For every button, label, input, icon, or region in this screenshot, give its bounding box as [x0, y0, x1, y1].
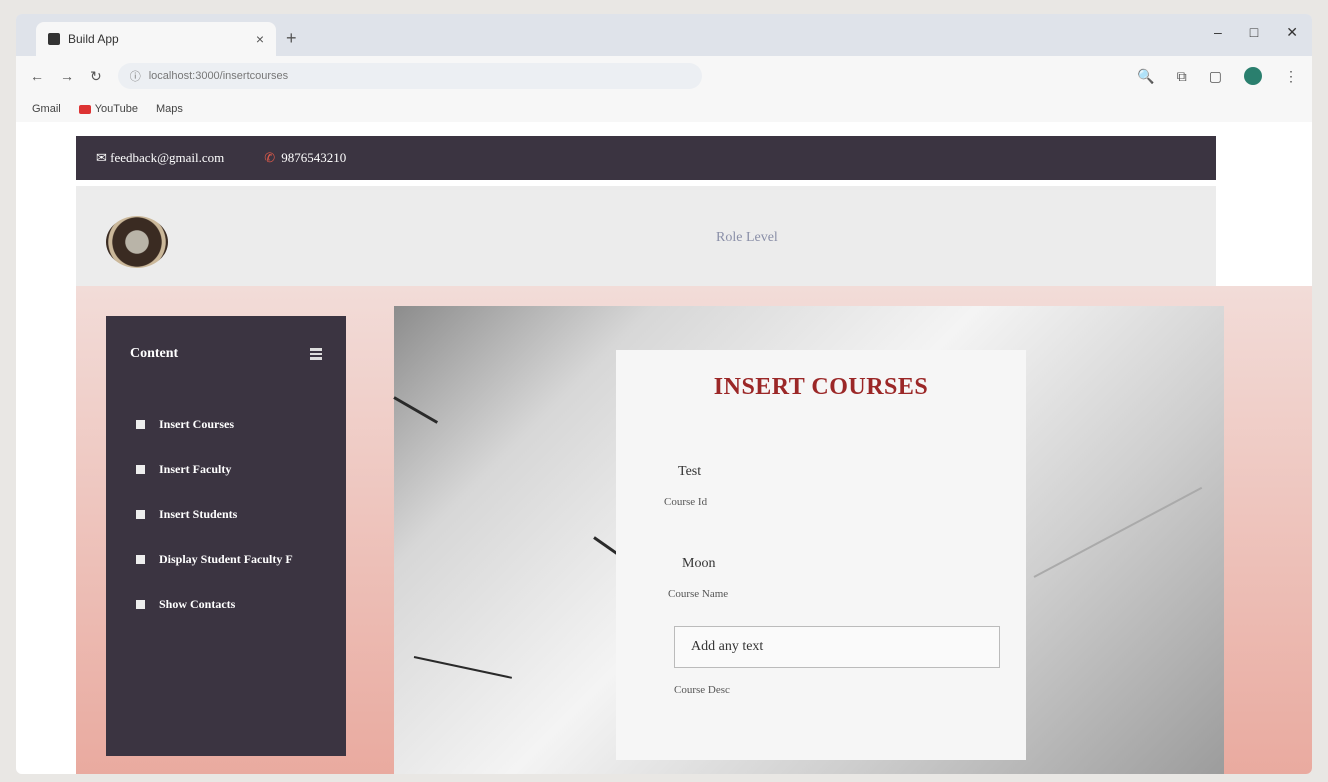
url-text: localhost:3000/insertcourses	[148, 70, 289, 82]
bullet-icon	[136, 555, 145, 564]
sidebar-item-insert-courses[interactable]: Insert Courses	[106, 402, 346, 447]
youtube-icon	[78, 104, 91, 114]
minimize-button[interactable]: –	[1214, 24, 1222, 41]
contact-topbar: ✉ feedback@gmail.com ✆ 9876543210	[76, 136, 1216, 180]
course-id-label: Course Id	[664, 496, 708, 508]
email-text: feedback@gmail.com	[110, 150, 225, 165]
email-contact[interactable]: ✉ feedback@gmail.com	[96, 150, 224, 166]
close-window-button[interactable]: ✕	[1286, 24, 1298, 41]
forward-icon[interactable]: →	[60, 68, 74, 84]
bullet-icon	[136, 420, 145, 429]
background-decoration	[1033, 486, 1203, 578]
phone-contact[interactable]: ✆ 9876543210	[264, 150, 346, 166]
browser-window: Build App × + – □ ✕ ← → ↻ ⓘ localhost:30…	[16, 14, 1312, 774]
form-title: INSERT COURSES	[713, 374, 929, 400]
zoom-icon[interactable]: 🔍	[1137, 68, 1154, 85]
sidebar-title: Content	[130, 346, 179, 361]
course-desc-input[interactable]	[674, 626, 1000, 668]
bullet-icon	[136, 510, 145, 519]
bookmark-gmail[interactable]: Gmail	[32, 103, 61, 115]
toolbar-right: 🔍 ⧉ ▢ ⋮	[1137, 67, 1298, 85]
address-bar[interactable]: ⓘ localhost:3000/insertcourses	[117, 63, 702, 89]
mail-icon: ✉	[96, 150, 111, 165]
sidebar-item-insert-faculty[interactable]: Insert Faculty	[106, 447, 346, 492]
course-id-value[interactable]: Test	[678, 464, 701, 480]
tab-strip: Build App × + – □ ✕	[16, 14, 1312, 56]
course-name-label: Course Name	[668, 588, 729, 600]
sidebar: Content Insert Courses Insert Faculty In…	[106, 316, 346, 756]
course-name-value[interactable]: Moon	[682, 556, 715, 572]
tab-close-icon[interactable]: ×	[256, 31, 264, 47]
site-header: Role Level	[76, 186, 1216, 286]
phone-text: 9876543210	[281, 150, 347, 165]
favicon-icon	[48, 33, 60, 45]
bookmark-youtube-label: YouTube	[94, 103, 138, 115]
sidebar-item-show-contacts[interactable]: Show Contacts	[106, 582, 346, 627]
sidebar-item-label: Insert Courses	[159, 417, 234, 431]
menu-icon[interactable]: ⋮	[1284, 68, 1298, 85]
tab-title: Build App	[68, 32, 119, 46]
sidebar-header: Content	[106, 316, 346, 402]
back-icon[interactable]: ←	[30, 68, 44, 84]
background-decoration	[393, 396, 439, 424]
bookmarks-bar: Gmail YouTube Maps	[16, 96, 1312, 122]
main-panel: INSERT COURSES Test Course Id Moon Cours…	[393, 306, 1224, 774]
browser-tab[interactable]: Build App ×	[36, 22, 276, 56]
web-page: ✉ feedback@gmail.com ✆ 9876543210 Role Le…	[16, 122, 1312, 774]
sidebar-item-label: Insert Students	[159, 507, 238, 521]
profile-avatar[interactable]	[1244, 67, 1262, 85]
insert-courses-form: INSERT COURSES Test Course Id Moon Cours…	[616, 350, 1026, 760]
sidepanel-icon[interactable]: ▢	[1209, 68, 1222, 85]
sidebar-item-label: Insert Faculty	[159, 462, 232, 476]
bookmark-youtube[interactable]: YouTube	[78, 103, 138, 115]
header-role-text: Role Level	[716, 230, 778, 245]
phone-icon: ✆	[264, 150, 276, 165]
course-desc-label: Course Desc	[674, 684, 730, 696]
new-tab-button[interactable]: +	[286, 28, 297, 49]
content-area: Content Insert Courses Insert Faculty In…	[76, 286, 1312, 774]
window-controls: – □ ✕	[1214, 24, 1298, 41]
sidebar-item-label: Display Student Faculty F	[159, 552, 293, 566]
site-info-icon[interactable]: ⓘ	[130, 68, 141, 84]
bullet-icon	[136, 600, 145, 609]
extensions-icon[interactable]: ⧉	[1177, 68, 1187, 85]
bullet-icon	[136, 465, 145, 474]
maximize-button[interactable]: □	[1250, 24, 1258, 41]
background-decoration	[413, 656, 513, 679]
site-logo[interactable]	[106, 216, 168, 268]
reload-icon[interactable]: ↻	[90, 68, 102, 85]
sidebar-item-label: Show Contacts	[159, 597, 236, 611]
sidebar-item-display-student-faculty[interactable]: Display Student Faculty F	[106, 537, 346, 582]
bookmark-maps[interactable]: Maps	[156, 103, 183, 115]
sidebar-item-insert-students[interactable]: Insert Students	[106, 492, 346, 537]
navigation-bar: ← → ↻ ⓘ localhost:3000/insertcourses 🔍 ⧉…	[16, 56, 1312, 96]
hamburger-menu-icon[interactable]	[310, 348, 322, 360]
